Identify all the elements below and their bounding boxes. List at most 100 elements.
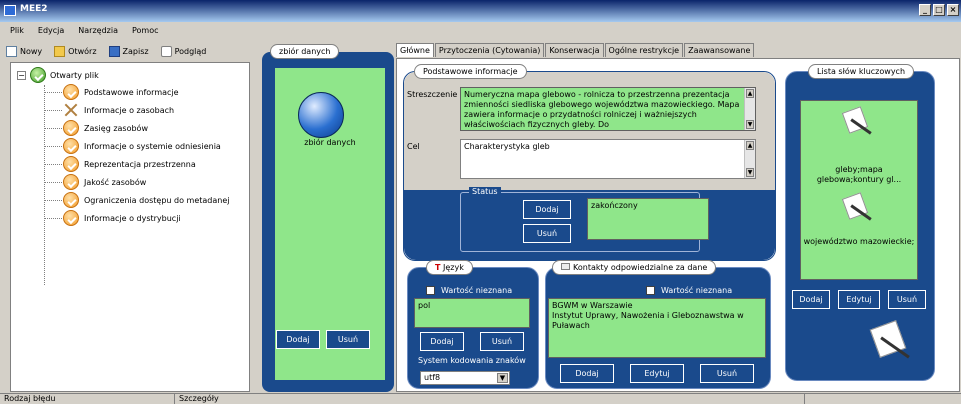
tree-item-label: Informacje o systemie odniesienia [84, 141, 221, 151]
contacts-title-text: Kontakty odpowiedzialne za dane [573, 263, 708, 272]
tree-item-quality[interactable]: Jakość zasobów [63, 174, 146, 190]
window-title: MEE2 [20, 4, 48, 14]
contacts-edit-button[interactable]: Edytuj [630, 364, 684, 383]
tree-item-distribution[interactable]: Informacje o dystrybucji [63, 210, 181, 226]
keywords-list[interactable]: gleby;mapa glebowa;kontury gl... wojewód… [800, 100, 918, 280]
menu-tools[interactable]: Narzędzia [78, 26, 118, 40]
keywords-remove-button[interactable]: Usuń [888, 290, 926, 309]
tab-advanced[interactable]: Zaawansowane [684, 43, 755, 57]
check-circle-icon [63, 120, 79, 136]
encoding-value: utf8 [424, 373, 441, 382]
language-remove-button[interactable]: Usuń [480, 332, 524, 351]
title-bar: MEE2 _ □ × [0, 0, 961, 22]
contacts-unknown[interactable]: Wartość nieznana [646, 286, 732, 295]
maximize-button[interactable]: □ [933, 4, 945, 16]
menu-edit[interactable]: Edycja [38, 26, 64, 40]
menu-help[interactable]: Pomoc [132, 26, 159, 40]
dataset-item-label[interactable]: zbiór danych [275, 138, 385, 147]
tools-icon [63, 102, 79, 118]
encoding-label: System kodowania znaków [418, 356, 526, 365]
close-button[interactable]: × [947, 4, 959, 16]
tab-citations[interactable]: Przytoczenia (Cytowania) [434, 43, 545, 57]
tree-connector [44, 128, 62, 129]
keyword-note-icon [841, 106, 875, 137]
dataset-remove-button[interactable]: Usuń [326, 330, 370, 349]
tab-maintenance[interactable]: Konserwacja [545, 43, 604, 57]
contact-item[interactable]: BGWM w Warszawie [552, 301, 762, 311]
scroll-down-icon[interactable]: ▼ [746, 120, 754, 129]
tree-item-label: Jakość zasobów [84, 177, 147, 187]
chevron-down-icon[interactable]: ▼ [497, 373, 508, 383]
tree-item-reference-system[interactable]: Informacje o systemie odniesienia [63, 138, 221, 154]
keyword-item[interactable]: gleby;mapa glebowa;kontury gl... [803, 165, 915, 185]
menu-file[interactable]: Plik [10, 26, 24, 40]
basic-info-group: Podstawowe informacje Streszczenie Numer… [403, 64, 776, 261]
purpose-scrollbar[interactable]: ▲ ▼ [744, 140, 755, 178]
contacts-remove-button[interactable]: Usuń [700, 364, 754, 383]
collapse-icon[interactable]: − [17, 70, 26, 80]
status-add-button[interactable]: Dodaj [523, 200, 571, 219]
check-circle-icon [63, 84, 79, 100]
tree-root[interactable]: − Otwarty plik [17, 67, 99, 83]
tree-item-label: Informacje o zasobach [84, 105, 175, 115]
keyword-item[interactable]: województwo mazowieckie; [803, 237, 915, 247]
keywords-title: Lista słów kluczowych [808, 64, 915, 79]
status-details: Szczegóły [175, 394, 805, 404]
tree-item-basic-info[interactable]: Podstawowe informacje [63, 84, 179, 100]
edit-notes-icon [866, 320, 916, 366]
dataset-add-button[interactable]: Dodaj [276, 330, 320, 349]
scroll-down-icon[interactable]: ▼ [746, 168, 754, 177]
contact-item[interactable]: Instytut Uprawy, Nawożenia i Gleboznawst… [552, 311, 762, 331]
tree-connector [44, 85, 45, 285]
purpose-field[interactable]: Charakterystyka gleb ▲ ▼ [460, 139, 756, 179]
menu-bar: Plik Edycja Narzędzia Pomoc [0, 22, 961, 40]
tree-item-label: Zasięg zasobów [84, 123, 148, 133]
tree-item-extent[interactable]: Zasięg zasobów [63, 120, 148, 136]
keywords-add-button[interactable]: Dodaj [792, 290, 830, 309]
tab-main[interactable]: Główne [396, 43, 434, 57]
tree-item-spatial-representation[interactable]: Reprezentacja przestrzenna [63, 156, 196, 172]
open-button[interactable]: Otwórz [54, 45, 97, 57]
save-icon [108, 45, 120, 57]
status-remove-button[interactable]: Usuń [523, 224, 571, 243]
abstract-label: Streszczenie [407, 90, 458, 99]
status-value[interactable]: zakończony [587, 198, 709, 240]
preview-icon [160, 45, 172, 57]
contacts-unknown-checkbox[interactable] [646, 286, 655, 295]
language-field[interactable]: pol [414, 298, 530, 328]
contacts-unknown-label: Wartość nieznana [661, 286, 733, 295]
main-tab-content: Podstawowe informacje Streszczenie Numer… [396, 58, 960, 392]
keywords-edit-button[interactable]: Edytuj [838, 290, 880, 309]
scroll-up-icon[interactable]: ▲ [746, 89, 754, 98]
scroll-up-icon[interactable]: ▲ [746, 141, 754, 150]
keywords-group: Lista słów kluczowych gleby;mapa glebowa… [785, 64, 935, 381]
tree-connector [44, 218, 62, 219]
minimize-button[interactable]: _ [919, 4, 931, 16]
contacts-title: Kontakty odpowiedzialne za dane [552, 260, 717, 275]
abstract-field[interactable]: Numeryczna mapa glebowo - rolnicza to pr… [460, 87, 756, 131]
contacts-add-button[interactable]: Dodaj [560, 364, 614, 383]
save-button[interactable]: Zapisz [108, 45, 149, 57]
tab-constraints[interactable]: Ogólne restrykcje [604, 43, 684, 57]
status-bar: Rodzaj błędu Szczegóły [0, 393, 961, 404]
language-add-button[interactable]: Dodaj [420, 332, 464, 351]
new-button[interactable]: Nowy [6, 45, 42, 57]
check-circle-icon [63, 174, 79, 190]
tree-item-label: Reprezentacja przestrzenna [84, 159, 196, 169]
abstract-scrollbar[interactable]: ▲ ▼ [744, 88, 755, 130]
status-error-type: Rodzaj błędu [0, 394, 175, 404]
save-label: Zapisz [122, 46, 149, 56]
tree-connector [44, 164, 62, 165]
folder-icon [54, 45, 66, 57]
language-unknown[interactable]: Wartość nieznana [426, 286, 512, 295]
status-group: Status Dodaj Usuń zakończony [460, 187, 709, 252]
tree-item-access-constraints[interactable]: Ograniczenia dostępu do metadanej [63, 192, 229, 208]
contacts-list[interactable]: BGWM w Warszawie Instytut Uprawy, Nawoże… [548, 298, 766, 358]
keyword-note-icon [841, 192, 875, 223]
language-unknown-checkbox[interactable] [426, 286, 435, 295]
preview-button[interactable]: Podgląd [160, 45, 206, 57]
language-title: T Język [426, 260, 473, 275]
status-label: Status [469, 187, 501, 196]
encoding-select[interactable]: utf8 ▼ [420, 371, 510, 385]
tree-item-resource-info[interactable]: Informacje o zasobach [63, 102, 174, 118]
